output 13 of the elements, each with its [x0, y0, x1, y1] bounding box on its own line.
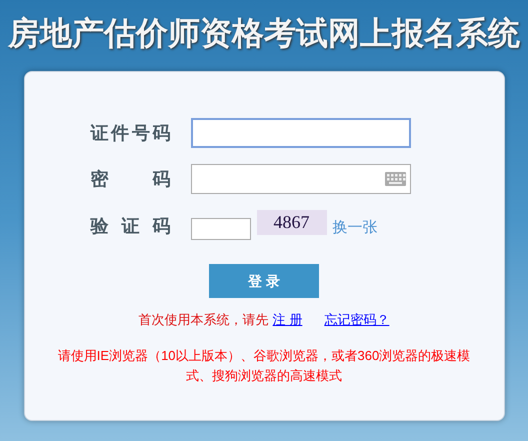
keyboard-icon[interactable]: [384, 172, 406, 186]
field-label: 密 码: [90, 168, 170, 190]
field-label: 证件号码: [90, 122, 170, 144]
register-link[interactable]: 注 册: [272, 312, 302, 327]
id-number-field[interactable]: [190, 118, 410, 148]
browser-notice: 请使用IE浏览器（10以上版本）、谷歌浏览器，或者360浏览器的极速模式、搜狗浏览器的高速模式: [56, 346, 472, 384]
register-hint: 首次使用本系统，请先: [138, 312, 269, 327]
field-label: 验 证 码: [90, 215, 170, 238]
page-title: 房地产估价师资格考试网上报名系统: [8, 14, 520, 52]
captcha-field[interactable]: [190, 218, 250, 240]
captcha-image: 4867: [256, 210, 326, 235]
forgot-password-link[interactable]: 忘记密码？: [324, 312, 390, 327]
password-field[interactable]: [190, 164, 410, 194]
